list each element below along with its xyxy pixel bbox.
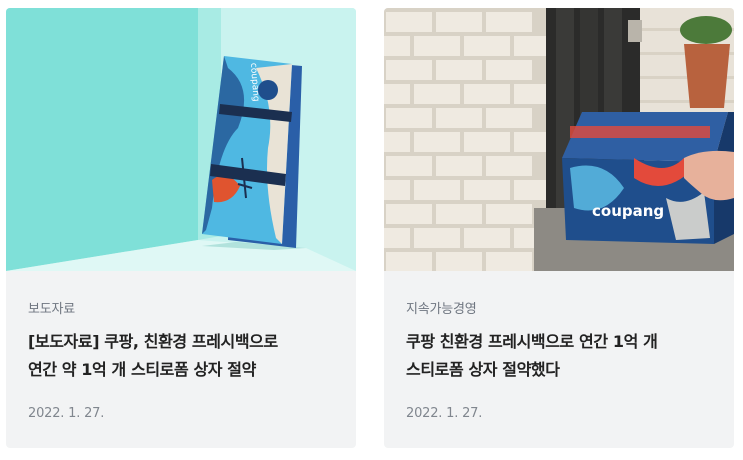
article-date: 2022. 1. 27.	[28, 406, 105, 421]
article-title-line[interactable]: 쿠팡 친환경 프레시백으로 연간 1억 개	[406, 328, 716, 356]
article-thumbnail[interactable]: coupang	[384, 8, 734, 271]
article-thumbnail[interactable]: coupang	[6, 8, 356, 271]
article-category: 보도자료	[28, 302, 76, 317]
fresh-bag-mint-image: coupang	[6, 8, 356, 271]
bag-logo-text: coupang	[592, 202, 664, 220]
article-date: 2022. 1. 27.	[406, 406, 483, 421]
article-title-line[interactable]: 스티로폼 상자 절약했다	[406, 356, 716, 384]
article-card-2[interactable]: coupang 지속가능경영 쿠팡 친환경 프레시백으로 연간 1억 개 스티로…	[384, 8, 734, 448]
article-title-line[interactable]: [보도자료] 쿠팡, 친환경 프레시백으로	[28, 328, 338, 356]
article-card-1[interactable]: coupang 보도자료 [보도자료] 쿠팡, 친환경 프레시백으로 연간 약 …	[6, 8, 356, 448]
article-title[interactable]: 쿠팡 친환경 프레시백으로 연간 1억 개 스티로폼 상자 절약했다	[406, 328, 716, 384]
article-category: 지속가능경영	[406, 302, 477, 317]
article-title[interactable]: [보도자료] 쿠팡, 친환경 프레시백으로 연간 약 1억 개 스티로폼 상자 …	[28, 328, 338, 384]
article-title-line[interactable]: 연간 약 1억 개 스티로폼 상자 절약	[28, 356, 338, 384]
fresh-bag-doorstep-image: coupang	[384, 8, 734, 271]
